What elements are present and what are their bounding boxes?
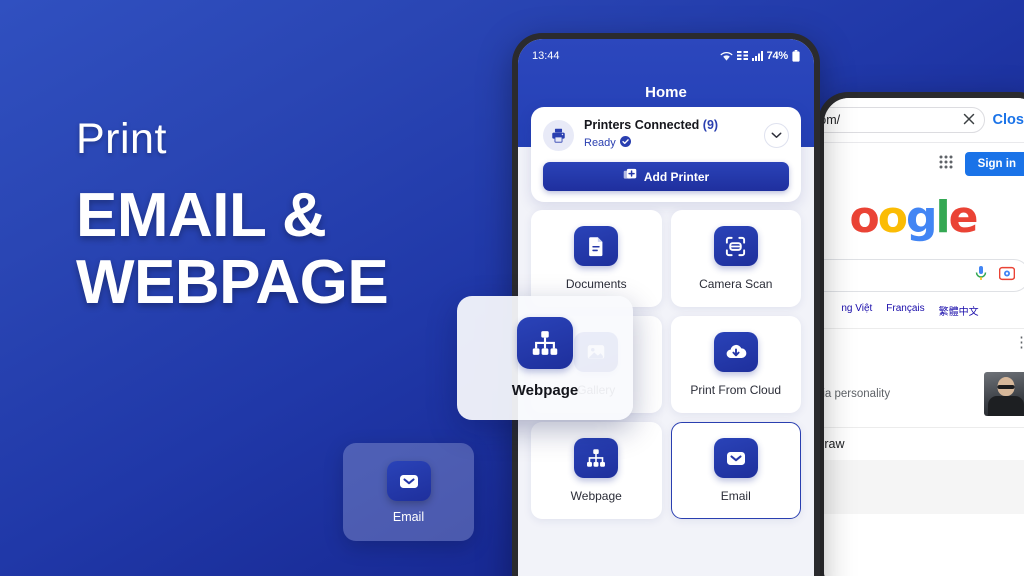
- printers-connected-card[interactable]: Printers Connected (9) Ready Add Printer: [531, 107, 801, 202]
- marketing-headline-line-2: WEBPAGE: [76, 247, 389, 317]
- page-title: Home: [645, 84, 687, 101]
- apps-grid-icon[interactable]: [938, 154, 954, 175]
- secondary-phone-browser: com/ Close Sign: [818, 92, 1024, 576]
- google-logo: oogle: [849, 192, 979, 243]
- printers-connected-count: (9): [702, 118, 719, 132]
- tile-webpage[interactable]: Webpage: [531, 422, 662, 519]
- sitemap-icon: [517, 317, 573, 369]
- promo-screenshot: Print EMAIL & WEBPAGE Email com/: [0, 0, 1024, 576]
- battery-icon: [792, 50, 800, 62]
- grey-section: [824, 460, 1024, 514]
- battery-percent: 74%: [766, 50, 789, 62]
- add-printer-label: Add Printer: [643, 169, 710, 184]
- scan-frame-icon: [713, 226, 758, 266]
- floating-webpage-card[interactable]: Webpage: [457, 296, 633, 420]
- url-text: com/: [824, 113, 841, 127]
- tile-label: Webpage: [570, 489, 622, 503]
- tile-label: Camera Scan: [699, 277, 773, 291]
- wifi-icon: [720, 51, 733, 62]
- google-language-links: ng Việt Français 繁體中文: [824, 303, 1024, 318]
- add-printer-button[interactable]: Add Printer: [543, 162, 789, 191]
- network-icon: [736, 51, 748, 61]
- google-search-box[interactable]: [824, 259, 1024, 292]
- lang-link-2[interactable]: 繁體中文: [939, 303, 979, 318]
- tile-print-from-cloud[interactable]: Print From Cloud: [670, 316, 801, 413]
- search-result-card: es ⋮ media personality nd draw: [824, 328, 1024, 575]
- printers-connected-label: Printers Connected: [584, 118, 700, 132]
- document-icon: [574, 226, 619, 266]
- tile-label: Print From Cloud: [690, 383, 782, 397]
- url-input[interactable]: com/: [824, 107, 985, 133]
- status-time: 13:44: [532, 50, 560, 62]
- email-icon: [386, 460, 431, 501]
- tile-camera-scan[interactable]: Camera Scan: [670, 210, 801, 307]
- browser-screen: com/ Close Sign: [824, 98, 1024, 576]
- tile-documents[interactable]: Documents: [531, 210, 662, 307]
- google-lens-icon[interactable]: [998, 266, 1016, 286]
- result-description: media personality: [824, 388, 891, 400]
- google-top-row: Sign in: [824, 143, 1024, 180]
- browser-close-button[interactable]: Close: [993, 112, 1024, 128]
- tile-email[interactable]: Email: [670, 422, 801, 519]
- cloud-download-icon: [713, 332, 758, 372]
- marketing-copy: Print EMAIL & WEBPAGE: [76, 118, 476, 317]
- browser-url-bar: com/ Close: [824, 98, 1024, 143]
- floating-email-card[interactable]: Email: [343, 443, 474, 541]
- add-printer-icon: [623, 168, 637, 185]
- lang-link-1[interactable]: Français: [886, 303, 924, 318]
- floating-webpage-label: Webpage: [511, 382, 579, 399]
- more-vertical-icon[interactable]: ⋮: [1014, 335, 1024, 350]
- chevron-down-icon[interactable]: [764, 122, 789, 148]
- tile-label: Documents: [565, 277, 627, 291]
- microphone-icon[interactable]: [974, 265, 988, 287]
- lang-link-0[interactable]: ng Việt: [841, 303, 872, 318]
- marketing-kicker: Print: [76, 115, 167, 163]
- printer-status-text: Ready: [584, 137, 616, 149]
- marketing-headline-line-1: EMAIL &: [76, 181, 327, 250]
- check-badge-icon: [619, 134, 631, 152]
- sitemap-icon: [574, 438, 619, 478]
- email-icon: [713, 438, 758, 478]
- tile-label: Email: [720, 489, 751, 503]
- close-icon[interactable]: [963, 113, 975, 128]
- google-signin-button[interactable]: Sign in: [964, 152, 1024, 176]
- status-bar: 13:44 74%: [532, 47, 800, 65]
- printer-icon: [543, 119, 574, 151]
- floating-email-label: Email: [392, 509, 425, 524]
- marketing-headline: EMAIL & WEBPAGE: [76, 181, 476, 317]
- person-thumbnail: [984, 372, 1024, 416]
- result-secondary-text: nd draw: [824, 437, 845, 451]
- signal-bars-icon: [751, 51, 763, 61]
